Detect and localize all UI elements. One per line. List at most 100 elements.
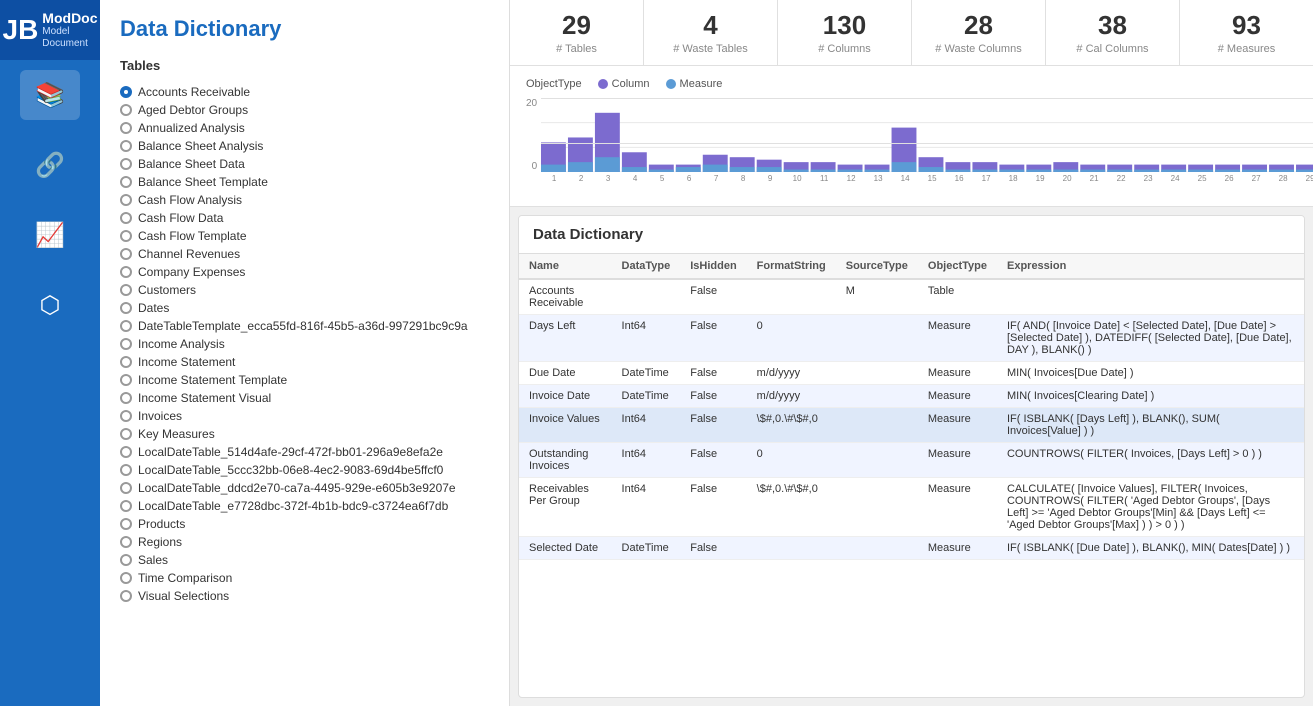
table-name: Income Statement	[138, 355, 235, 369]
sidebar-table-item[interactable]: LocalDateTable_5ccc32bb-06e8-4ec2-9083-6…	[120, 461, 493, 479]
icon-sidebar: JB ModDoc Model Document 📚 🔗 📈 ⬡	[0, 0, 100, 706]
stats-bar: 29# Tables4# Waste Tables130# Columns28#…	[510, 0, 1313, 66]
radio-circle	[120, 176, 132, 188]
sidebar-table-item[interactable]: Annualized Analysis	[120, 119, 493, 137]
x-label: 16	[946, 174, 972, 183]
table-name: Income Analysis	[138, 337, 225, 351]
table-name: Invoices	[138, 409, 182, 423]
legend-measure-label: Measure	[680, 78, 723, 90]
stat-card-4: 38# Cal Columns	[1046, 0, 1180, 65]
table-cell-formatstring: \$#,0.\#\$#,0	[747, 408, 836, 443]
sidebar-table-item[interactable]: Income Statement	[120, 353, 493, 371]
stat-card-1: 4# Waste Tables	[644, 0, 778, 65]
nav-network[interactable]: ⬡	[20, 280, 80, 330]
radio-circle	[120, 230, 132, 242]
table-cell-datatype: DateTime	[612, 362, 681, 385]
sidebar-table-item[interactable]: Income Analysis	[120, 335, 493, 353]
sidebar-table-item[interactable]: LocalDateTable_514d4afe-29cf-472f-bb01-2…	[120, 443, 493, 461]
table-cell-expression: IF( AND( [Invoice Date] < [Selected Date…	[997, 315, 1304, 362]
sidebar-table-item[interactable]: LocalDateTable_e7728dbc-372f-4b1b-bdc9-c…	[120, 497, 493, 515]
table-name: Company Expenses	[138, 265, 245, 279]
table-row: Selected DateDateTimeFalseMeasureIF( ISB…	[519, 537, 1304, 560]
sidebar-table-item[interactable]: Company Expenses	[120, 263, 493, 281]
table-col-header: SourceType	[836, 254, 918, 279]
table-col-header: ObjectType	[918, 254, 997, 279]
nav-books[interactable]: 📚	[20, 70, 80, 120]
sidebar-table-item[interactable]: Balance Sheet Template	[120, 173, 493, 191]
table-cell-objecttype: Measure	[918, 408, 997, 443]
radio-circle	[120, 410, 132, 422]
sidebar-table-item[interactable]: Accounts Receivable	[120, 83, 493, 101]
stat-number-2: 130	[794, 10, 895, 41]
x-label: 2	[568, 174, 594, 183]
legend-measure: Measure	[666, 78, 723, 90]
table-cell-sourcetype	[836, 408, 918, 443]
nav-link[interactable]: 🔗	[20, 140, 80, 190]
sidebar-table-item[interactable]: Balance Sheet Analysis	[120, 137, 493, 155]
sidebar-table-item[interactable]: Dates	[120, 299, 493, 317]
table-cell-sourcetype	[836, 362, 918, 385]
x-label: 28	[1270, 174, 1296, 183]
sidebar-table-item[interactable]: Key Measures	[120, 425, 493, 443]
nav-chart[interactable]: 📈	[20, 210, 80, 260]
data-table-section: Data Dictionary NameDataTypeIsHiddenForm…	[518, 215, 1305, 698]
sidebar-table-item[interactable]: Invoices	[120, 407, 493, 425]
brand-sublabel: Model Document	[42, 26, 97, 50]
table-cell-name: Days Left	[519, 315, 612, 362]
sidebar-table-item[interactable]: Cash Flow Template	[120, 227, 493, 245]
table-name: Visual Selections	[138, 589, 229, 603]
sidebar-table-item[interactable]: Products	[120, 515, 493, 533]
x-label: 6	[676, 174, 702, 183]
radio-circle	[120, 158, 132, 170]
table-cell-name: Selected Date	[519, 537, 612, 560]
table-name: LocalDateTable_e7728dbc-372f-4b1b-bdc9-c…	[138, 499, 448, 513]
table-list: Accounts ReceivableAged Debtor GroupsAnn…	[120, 83, 493, 605]
radio-circle	[120, 302, 132, 314]
radio-circle	[120, 320, 132, 332]
sidebar-table-item[interactable]: Income Statement Template	[120, 371, 493, 389]
sidebar-table-item[interactable]: Customers	[120, 281, 493, 299]
x-label: 7	[703, 174, 729, 183]
data-table: NameDataTypeIsHiddenFormatStringSourceTy…	[519, 254, 1304, 560]
radio-circle	[120, 374, 132, 386]
x-label: 25	[1189, 174, 1215, 183]
table-cell-ishidden: False	[680, 478, 746, 537]
x-label: 15	[919, 174, 945, 183]
sidebar-table-item[interactable]: Sales	[120, 551, 493, 569]
sidebar-table-item[interactable]: Balance Sheet Data	[120, 155, 493, 173]
sidebar-table-item[interactable]: Aged Debtor Groups	[120, 101, 493, 119]
sidebar-table-item[interactable]: Income Statement Visual	[120, 389, 493, 407]
table-name: Cash Flow Analysis	[138, 193, 242, 207]
table-name: DateTableTemplate_ecca55fd-816f-45b5-a36…	[138, 319, 468, 333]
sidebar-table-item[interactable]: Cash Flow Analysis	[120, 191, 493, 209]
table-cell-objecttype: Measure	[918, 478, 997, 537]
table-col-header: Expression	[997, 254, 1304, 279]
table-cell-ishidden: False	[680, 408, 746, 443]
tables-heading: Tables	[120, 58, 493, 73]
table-cell-expression: MIN( Invoices[Due Date] )	[997, 362, 1304, 385]
table-cell-datatype	[612, 279, 681, 315]
radio-circle	[120, 248, 132, 260]
chart-legend: ObjectType Column Measure	[526, 78, 1297, 90]
sidebar-table-item[interactable]: DateTableTemplate_ecca55fd-816f-45b5-a36…	[120, 317, 493, 335]
table-cell-datatype: DateTime	[612, 385, 681, 408]
sidebar-table-item[interactable]: LocalDateTable_ddcd2e70-ca7a-4495-929e-e…	[120, 479, 493, 497]
stat-label-5: # Measures	[1218, 43, 1275, 55]
sidebar-table-item[interactable]: Time Comparison	[120, 569, 493, 587]
table-cell-name: Outstanding Invoices	[519, 443, 612, 478]
radio-circle	[120, 356, 132, 368]
sidebar-table-item[interactable]: Channel Revenues	[120, 245, 493, 263]
table-row: Outstanding InvoicesInt64False0MeasureCO…	[519, 443, 1304, 478]
sidebar-table-item[interactable]: Visual Selections	[120, 587, 493, 605]
radio-circle	[120, 194, 132, 206]
table-cell-expression: IF( ISBLANK( [Days Left] ), BLANK(), SUM…	[997, 408, 1304, 443]
table-name: Dates	[138, 301, 169, 315]
radio-circle	[120, 482, 132, 494]
sidebar-table-item[interactable]: Regions	[120, 533, 493, 551]
table-cell-formatstring: m/d/yyyy	[747, 385, 836, 408]
x-label: 19	[1027, 174, 1053, 183]
table-name: Key Measures	[138, 427, 215, 441]
sidebar-table-item[interactable]: Cash Flow Data	[120, 209, 493, 227]
radio-circle	[120, 446, 132, 458]
stat-number-0: 29	[526, 10, 627, 41]
